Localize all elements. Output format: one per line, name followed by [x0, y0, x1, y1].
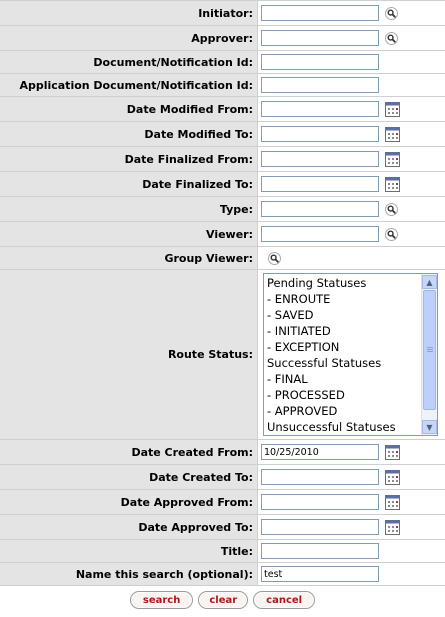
magnifier-icon	[385, 203, 398, 216]
date-approved-to-label: Date Approved To:	[0, 515, 258, 539]
date-created-to-input[interactable]	[261, 469, 379, 485]
date-modified-from-label: Date Modified From:	[0, 97, 258, 121]
row-date-finalized-from: Date Finalized From:	[0, 147, 445, 172]
initiator-lookup-button[interactable]	[385, 7, 398, 20]
title-label: Title:	[0, 540, 258, 562]
date-modified-to-calendar-button[interactable]	[385, 127, 400, 142]
row-search-name: Name this search (optional):	[0, 563, 445, 586]
date-created-from-label: Date Created From:	[0, 440, 258, 464]
row-type: Type:	[0, 197, 445, 222]
magnifier-icon	[385, 228, 398, 241]
calendar-icon	[385, 520, 400, 535]
scroll-down-arrow-icon[interactable]: ▼	[422, 420, 437, 434]
magnifier-icon	[385, 32, 398, 45]
row-date-modified-from: Date Modified From:	[0, 97, 445, 122]
date-approved-to-input[interactable]	[261, 519, 379, 535]
date-modified-to-label: Date Modified To:	[0, 122, 258, 146]
route-status-option[interactable]: - ENROUTE	[264, 291, 437, 307]
scroll-thumb[interactable]	[423, 290, 436, 410]
row-viewer: Viewer:	[0, 222, 445, 247]
calendar-icon	[385, 102, 400, 117]
date-approved-from-input[interactable]	[261, 494, 379, 510]
route-status-option[interactable]: - INITIATED	[264, 323, 437, 339]
row-route-status: Route Status: Pending Statuses - ENROUTE…	[0, 270, 445, 440]
viewer-lookup-button[interactable]	[385, 228, 398, 241]
date-finalized-to-label: Date Finalized To:	[0, 172, 258, 196]
route-status-option[interactable]: Successful Statuses	[264, 355, 437, 371]
document-search-form: Initiator: Approver: Document/Notificati…	[0, 0, 445, 609]
calendar-icon	[385, 470, 400, 485]
row-group-viewer: Group Viewer:	[0, 247, 445, 270]
viewer-input[interactable]	[261, 226, 379, 242]
row-approver: Approver:	[0, 26, 445, 51]
approver-label: Approver:	[0, 26, 258, 50]
calendar-icon	[385, 127, 400, 142]
route-status-option[interactable]: - EXCEPTION	[264, 339, 437, 355]
route-status-option[interactable]: - APPROVED	[264, 403, 437, 419]
date-finalized-from-input[interactable]	[261, 151, 379, 167]
group-viewer-lookup-button[interactable]	[268, 252, 281, 265]
date-created-from-calendar-button[interactable]	[385, 445, 400, 460]
date-finalized-to-input[interactable]	[261, 176, 379, 192]
search-name-input[interactable]	[261, 566, 379, 582]
search-name-label: Name this search (optional):	[0, 563, 258, 585]
approver-lookup-button[interactable]	[385, 32, 398, 45]
row-date-approved-from: Date Approved From:	[0, 490, 445, 515]
magnifier-icon	[268, 252, 281, 265]
date-modified-from-calendar-button[interactable]	[385, 102, 400, 117]
row-title: Title:	[0, 540, 445, 563]
date-finalized-to-calendar-button[interactable]	[385, 177, 400, 192]
row-date-modified-to: Date Modified To:	[0, 122, 445, 147]
viewer-label: Viewer:	[0, 222, 258, 246]
calendar-icon	[385, 445, 400, 460]
search-button[interactable]: search	[129, 591, 194, 609]
route-status-option[interactable]: - FINAL	[264, 371, 437, 387]
route-status-listbox[interactable]: Pending Statuses - ENROUTE - SAVED - INI…	[263, 273, 438, 436]
application-document-id-label: Application Document/Notification Id:	[0, 74, 258, 96]
date-finalized-from-label: Date Finalized From:	[0, 147, 258, 171]
date-approved-from-calendar-button[interactable]	[385, 495, 400, 510]
type-lookup-button[interactable]	[385, 203, 398, 216]
row-date-approved-to: Date Approved To:	[0, 515, 445, 540]
date-modified-from-input[interactable]	[261, 101, 379, 117]
group-viewer-label: Group Viewer:	[0, 247, 258, 269]
date-finalized-from-calendar-button[interactable]	[385, 152, 400, 167]
type-input[interactable]	[261, 201, 379, 217]
route-status-option[interactable]: Unsuccessful Statuses	[264, 419, 437, 435]
button-bar: search clear cancel	[0, 586, 445, 609]
title-input[interactable]	[261, 543, 379, 559]
row-application-document-id: Application Document/Notification Id:	[0, 74, 445, 97]
route-status-scrollbar[interactable]: ▲ ▼	[421, 274, 437, 435]
scroll-up-arrow-icon[interactable]: ▲	[422, 275, 437, 289]
application-document-id-input[interactable]	[261, 77, 379, 93]
calendar-icon	[385, 152, 400, 167]
row-date-created-to: Date Created To:	[0, 465, 445, 490]
row-initiator: Initiator:	[0, 1, 445, 26]
approver-input[interactable]	[261, 30, 379, 46]
initiator-input[interactable]	[261, 5, 379, 21]
initiator-label: Initiator:	[0, 1, 258, 25]
row-document-id: Document/Notification Id:	[0, 51, 445, 74]
date-created-from-input[interactable]	[261, 444, 379, 460]
route-status-option[interactable]: - SAVED	[264, 307, 437, 323]
cancel-button[interactable]: cancel	[253, 591, 316, 609]
date-modified-to-input[interactable]	[261, 126, 379, 142]
route-status-option[interactable]: Pending Statuses	[264, 275, 437, 291]
row-date-finalized-to: Date Finalized To:	[0, 172, 445, 197]
date-created-to-calendar-button[interactable]	[385, 470, 400, 485]
magnifier-icon	[385, 7, 398, 20]
document-id-input[interactable]	[261, 54, 379, 70]
type-label: Type:	[0, 197, 258, 221]
calendar-icon	[385, 495, 400, 510]
date-approved-to-calendar-button[interactable]	[385, 520, 400, 535]
row-date-created-from: Date Created From:	[0, 440, 445, 465]
clear-button[interactable]: clear	[198, 591, 249, 609]
document-id-label: Document/Notification Id:	[0, 51, 258, 73]
calendar-icon	[385, 177, 400, 192]
route-status-label: Route Status:	[0, 270, 258, 439]
date-approved-from-label: Date Approved From:	[0, 490, 258, 514]
date-created-to-label: Date Created To:	[0, 465, 258, 489]
route-status-option[interactable]: - PROCESSED	[264, 387, 437, 403]
